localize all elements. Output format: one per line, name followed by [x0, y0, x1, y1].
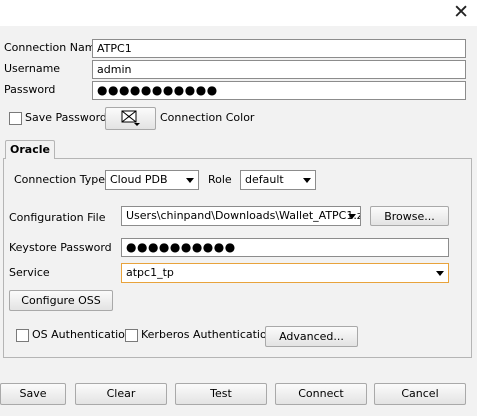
keystore-password-label: Keystore Password: [9, 241, 112, 254]
service-select[interactable]: atpc1_tp: [121, 263, 449, 283]
service-value: atpc1_tp: [126, 266, 174, 279]
color-swatch-icon: [121, 110, 140, 126]
configuration-file-value: Users\chinpand\Downloads\Wallet_ATPC1.zi…: [126, 209, 361, 222]
configure-oss-button[interactable]: Configure OSS: [9, 290, 113, 311]
password-label: Password: [4, 83, 56, 96]
connection-name-input[interactable]: ATPC1: [92, 39, 466, 58]
advanced-button[interactable]: Advanced...: [265, 326, 358, 347]
connection-type-value: Cloud PDB: [110, 173, 168, 186]
save-password-label: Save Password: [25, 111, 107, 124]
username-label: Username: [4, 62, 61, 75]
chevron-down-icon: [436, 271, 444, 276]
os-authentication-checkbox[interactable]: [16, 329, 29, 342]
role-value: default: [245, 173, 284, 186]
cancel-button[interactable]: Cancel: [374, 383, 466, 405]
connect-button[interactable]: Connect: [275, 383, 367, 405]
connection-color-label: Connection Color: [160, 111, 255, 124]
chevron-down-icon: [186, 178, 194, 183]
os-authentication-label: OS Authentication: [32, 328, 132, 341]
connection-name-label: Connection Name: [4, 41, 103, 54]
connection-color-button[interactable]: [105, 107, 156, 130]
connection-type-select[interactable]: Cloud PDB: [105, 170, 199, 190]
connection-type-label: Connection Type: [14, 173, 106, 186]
keystore-password-input[interactable]: ●●●●●●●●●●: [121, 238, 449, 257]
clear-button[interactable]: Clear: [75, 383, 167, 405]
service-label: Service: [9, 266, 50, 279]
configuration-file-select[interactable]: Users\chinpand\Downloads\Wallet_ATPC1.zi…: [121, 206, 361, 226]
title-bar: [0, 0, 477, 26]
password-input[interactable]: ●●●●●●●●●●●: [92, 81, 466, 100]
role-label: Role: [208, 173, 232, 186]
tab-oracle[interactable]: Oracle: [5, 140, 55, 159]
save-password-checkbox[interactable]: [9, 112, 22, 125]
test-button[interactable]: Test: [175, 383, 267, 405]
kerberos-authentication-label: Kerberos Authentication: [141, 328, 274, 341]
chevron-down-icon: [303, 178, 311, 183]
browse-button[interactable]: Browse...: [370, 206, 449, 226]
configuration-file-label: Configuration File: [9, 211, 106, 224]
kerberos-authentication-checkbox[interactable]: [125, 329, 138, 342]
username-input[interactable]: admin: [92, 60, 466, 79]
save-button[interactable]: Save: [0, 383, 66, 405]
role-select[interactable]: default: [240, 170, 316, 190]
chevron-down-icon: [348, 214, 356, 219]
close-icon[interactable]: ✕: [453, 1, 469, 23]
